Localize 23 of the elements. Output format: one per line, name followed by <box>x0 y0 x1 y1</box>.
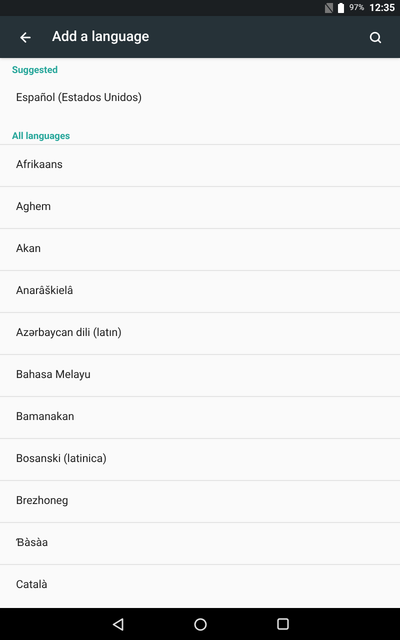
language-item[interactable]: Brezhoneg <box>0 480 400 522</box>
section-header: All languages <box>12 130 70 144</box>
language-item[interactable]: Bamanakan <box>0 396 400 438</box>
language-item[interactable]: Afrikaans <box>0 144 400 186</box>
language-item[interactable]: Aghem <box>0 186 400 228</box>
no-sim-icon <box>325 3 334 13</box>
language-item[interactable]: Català <box>0 564 400 606</box>
language-item[interactable]: Anarâškielâ <box>0 270 400 312</box>
search-button[interactable] <box>367 29 383 45</box>
clock: 12:35 <box>369 2 395 16</box>
language-item[interactable]: Bosanski (latinica) <box>0 438 400 480</box>
battery-icon <box>338 3 344 13</box>
recents-button[interactable] <box>276 618 288 630</box>
section-header: Suggested <box>12 64 58 78</box>
language-item[interactable]: Bahasa Melayu <box>0 354 400 396</box>
language-item[interactable]: Azərbaycan dili (latın) <box>0 312 400 354</box>
language-item[interactable]: Español (Estados Unidos) <box>0 78 400 118</box>
language-item[interactable]: Ɓàsàa <box>0 522 400 564</box>
language-item[interactable]: Akan <box>0 228 400 270</box>
home-button[interactable] <box>194 618 206 630</box>
back-nav-button[interactable] <box>112 618 124 630</box>
battery-percentage: 97% <box>349 2 364 14</box>
page-title: Add a language <box>52 28 150 46</box>
